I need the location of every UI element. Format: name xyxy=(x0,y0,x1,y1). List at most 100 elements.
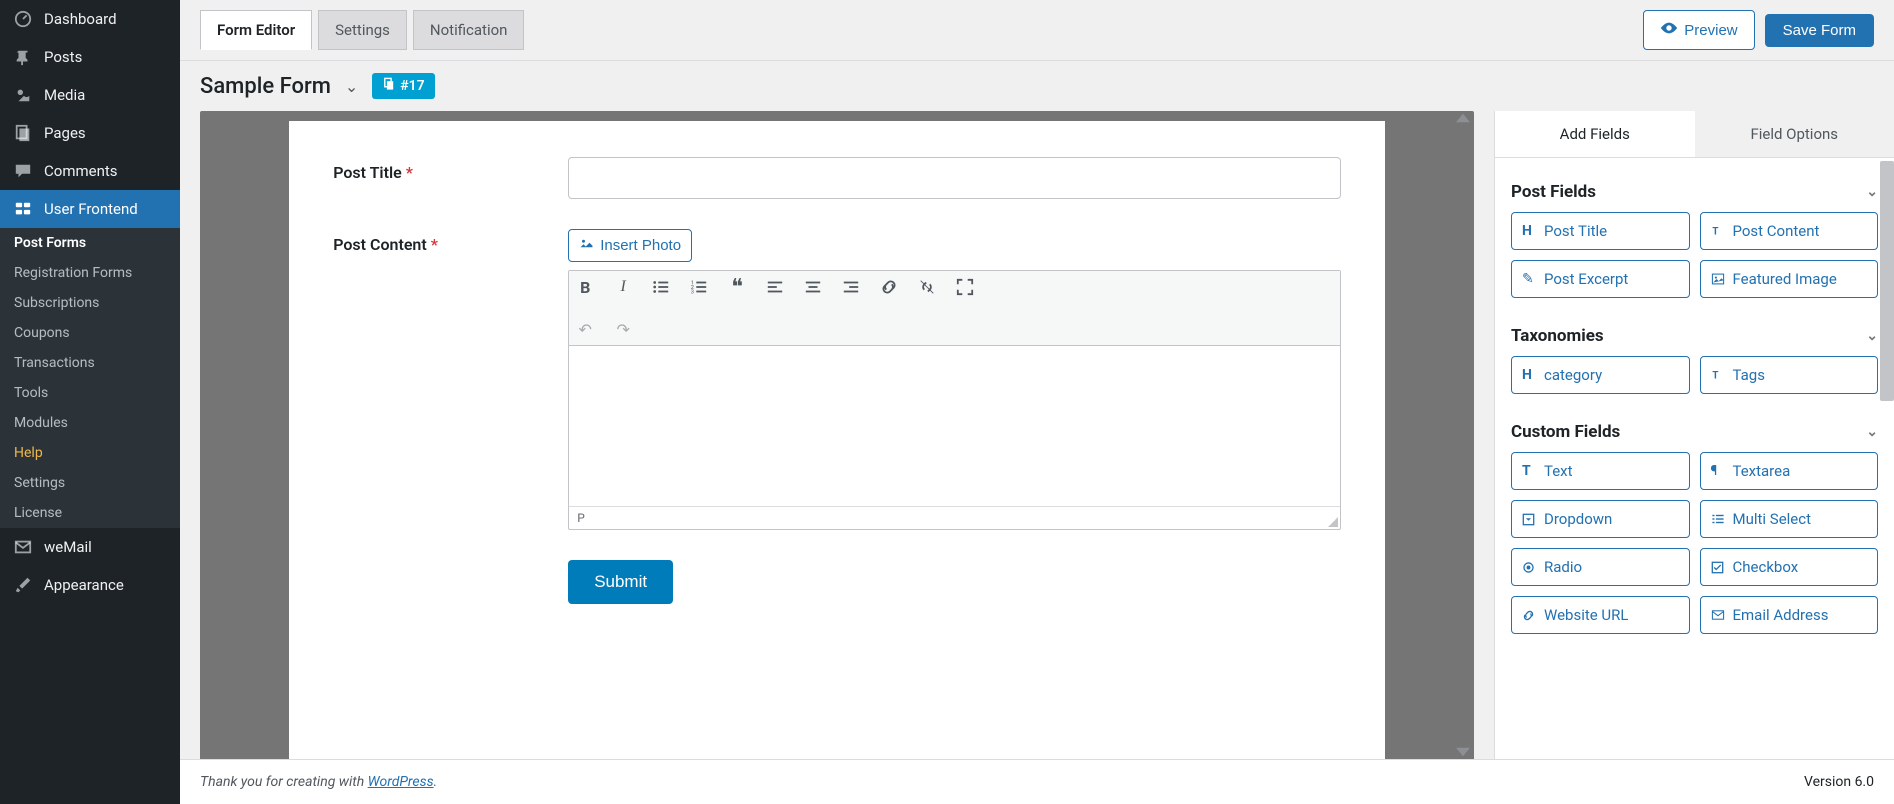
field-btn-label: Multi Select xyxy=(1733,510,1812,528)
sidebar-sub-transactions[interactable]: Transactions xyxy=(0,348,180,378)
sidebar-sub-help[interactable]: Help xyxy=(0,438,180,468)
tab-notification[interactable]: Notification xyxy=(413,10,525,50)
comment-icon xyxy=(12,160,34,182)
field-btn-label: Post Title xyxy=(1544,222,1607,240)
field-btn-label: Email Address xyxy=(1733,606,1829,624)
submit-button[interactable]: Submit xyxy=(568,560,673,604)
field-btn-label: Radio xyxy=(1544,558,1582,576)
field-post-content[interactable]: Post Content * Insert Photo B xyxy=(333,229,1341,530)
form-canvas: Post Title * Post Content * xyxy=(289,121,1385,759)
sidebar-sub-license[interactable]: License xyxy=(0,498,180,528)
align-right-icon[interactable] xyxy=(841,277,861,297)
preview-button[interactable]: Preview xyxy=(1643,10,1754,50)
field-textarea-button[interactable]: ¶Textarea xyxy=(1700,452,1879,490)
field-btn-label: Featured Image xyxy=(1733,270,1837,288)
sidebar-sub-post-forms[interactable]: Post Forms xyxy=(0,228,180,258)
required-mark: * xyxy=(431,235,438,254)
align-left-icon[interactable] xyxy=(765,277,785,297)
field-dropdown-button[interactable]: Dropdown xyxy=(1511,500,1690,538)
unlink-icon[interactable] xyxy=(917,277,937,297)
sidebar-item-media[interactable]: Media xyxy=(0,76,180,114)
sidebar-item-wemail[interactable]: weMail xyxy=(0,528,180,566)
tab-field-options[interactable]: Field Options xyxy=(1695,111,1894,157)
sidebar-sub-subscriptions[interactable]: Subscriptions xyxy=(0,288,180,318)
numbered-list-icon[interactable]: 123 xyxy=(689,277,709,297)
sidebar-item-dashboard[interactable]: Dashboard xyxy=(0,0,180,38)
eye-icon xyxy=(1660,19,1678,41)
sidebar-sub-tools[interactable]: Tools xyxy=(0,378,180,408)
field-text-button[interactable]: TText xyxy=(1511,452,1690,490)
bold-icon[interactable]: B xyxy=(575,277,595,297)
post-title-label: Post Title * xyxy=(333,157,568,199)
sidebar-label: weMail xyxy=(44,538,92,556)
section-taxonomies[interactable]: Taxonomies ⌄ xyxy=(1511,316,1878,356)
sidebar-sub-coupons[interactable]: Coupons xyxy=(0,318,180,348)
align-center-icon[interactable] xyxy=(803,277,823,297)
sidebar-sub-settings[interactable]: Settings xyxy=(0,468,180,498)
undo-icon[interactable]: ↶ xyxy=(575,319,595,339)
field-btn-label: Website URL xyxy=(1544,606,1628,624)
field-btn-label: Post Excerpt xyxy=(1544,270,1628,288)
field-featured-image-button[interactable]: Featured Image xyxy=(1700,260,1879,298)
field-btn-label: category xyxy=(1544,366,1602,384)
tab-settings[interactable]: Settings xyxy=(318,10,407,50)
sidebar-item-comments[interactable]: Comments xyxy=(0,152,180,190)
section-title: Custom Fields xyxy=(1511,422,1620,442)
tab-add-fields[interactable]: Add Fields xyxy=(1495,111,1695,157)
radio-icon xyxy=(1522,561,1537,574)
field-radio-button[interactable]: Radio xyxy=(1511,548,1690,586)
sidebar-label: Media xyxy=(44,86,85,104)
field-btn-label: Text xyxy=(1544,462,1573,480)
field-category-button[interactable]: Hcategory xyxy=(1511,356,1690,394)
sidebar-label: Comments xyxy=(44,162,118,180)
sidebar-sub-registration-forms[interactable]: Registration Forms xyxy=(0,258,180,288)
wysiwyg-editor: B I 123 ❝ xyxy=(568,270,1341,530)
media-icon xyxy=(12,84,34,106)
wp-version: Version 6.0 xyxy=(1804,774,1874,790)
post-title-input[interactable] xyxy=(568,157,1341,199)
heading-icon: H xyxy=(1522,367,1537,383)
chevron-down-icon: ⌄ xyxy=(1866,184,1878,200)
field-post-excerpt-button[interactable]: ✎ Post Excerpt xyxy=(1511,260,1690,298)
wordpress-link[interactable]: WordPress xyxy=(368,774,434,790)
main-area: Form Editor Settings Notification Previe… xyxy=(180,0,1894,804)
section-custom-fields[interactable]: Custom Fields ⌄ xyxy=(1511,412,1878,452)
sidebar-sub-modules[interactable]: Modules xyxy=(0,408,180,438)
fullscreen-icon[interactable] xyxy=(955,277,975,297)
field-tags-button[interactable]: TTags xyxy=(1700,356,1879,394)
form-canvas-container: Post Title * Post Content * xyxy=(200,111,1474,759)
check-square-icon xyxy=(1711,561,1726,574)
field-post-content-button[interactable]: TPost Content xyxy=(1700,212,1879,250)
italic-icon[interactable]: I xyxy=(613,277,633,297)
field-email-button[interactable]: Email Address xyxy=(1700,596,1879,634)
tab-form-editor[interactable]: Form Editor xyxy=(200,10,312,50)
pen-icon: ✎ xyxy=(1522,271,1537,287)
save-form-button[interactable]: Save Form xyxy=(1765,14,1874,47)
required-mark: * xyxy=(406,163,413,182)
field-checkbox-button[interactable]: Checkbox xyxy=(1700,548,1879,586)
field-btn-label: Dropdown xyxy=(1544,510,1612,528)
section-post-fields[interactable]: Post Fields ⌄ xyxy=(1511,172,1878,212)
field-post-title[interactable]: Post Title * xyxy=(333,157,1341,199)
link-icon[interactable] xyxy=(879,277,899,297)
admin-sidebar: Dashboard Posts Media Pages Comments Use… xyxy=(0,0,180,804)
brush-icon xyxy=(12,574,34,596)
form-id-text: #17 xyxy=(400,78,424,94)
sidebar-item-posts[interactable]: Posts xyxy=(0,38,180,76)
insert-photo-button[interactable]: Insert Photo xyxy=(568,229,692,262)
sidebar-item-pages[interactable]: Pages xyxy=(0,114,180,152)
quote-icon[interactable]: ❝ xyxy=(727,277,747,297)
sidebar-item-user-frontend[interactable]: User Frontend xyxy=(0,190,180,228)
chevron-down-icon[interactable]: ⌄ xyxy=(345,77,358,96)
content-editable-area[interactable] xyxy=(569,346,1340,506)
image-icon xyxy=(1711,272,1726,286)
bullet-list-icon[interactable] xyxy=(651,277,671,297)
field-post-title-button[interactable]: HPost Title xyxy=(1511,212,1690,250)
sidebar-label: Appearance xyxy=(44,576,124,594)
field-website-url-button[interactable]: Website URL xyxy=(1511,596,1690,634)
pin-icon xyxy=(12,46,34,68)
sidebar-submenu: Post Forms Registration Forms Subscripti… xyxy=(0,228,180,528)
field-multi-select-button[interactable]: Multi Select xyxy=(1700,500,1879,538)
redo-icon[interactable]: ↷ xyxy=(613,319,633,339)
sidebar-item-appearance[interactable]: Appearance xyxy=(0,566,180,604)
